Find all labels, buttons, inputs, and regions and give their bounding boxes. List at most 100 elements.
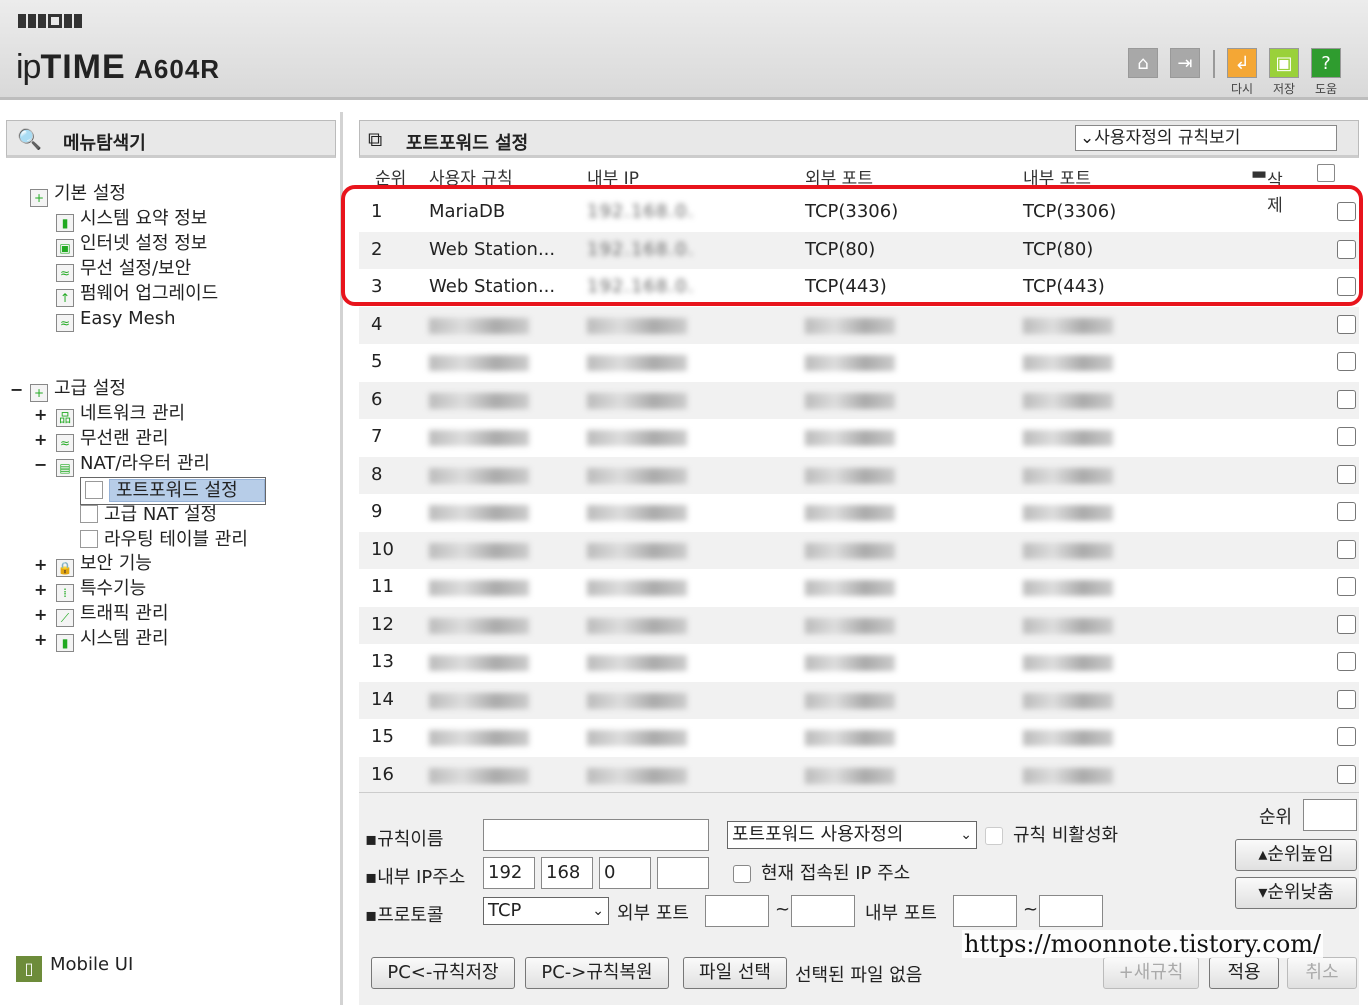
table-row[interactable]: 7 (359, 419, 1359, 456)
tree-advanced-nat[interactable]: 고급 NAT 설정 (80, 503, 217, 527)
delete-checkbox[interactable] (1337, 314, 1356, 334)
home-icon[interactable]: ⌂ (1128, 48, 1158, 78)
internal-ip-cell (587, 467, 687, 484)
disable-checkbox[interactable] (985, 827, 1003, 845)
apply-button[interactable]: 적용 (1209, 957, 1279, 989)
tree-security[interactable]: 🔒 보안 기능 (56, 552, 152, 577)
expand-icon[interactable]: + (34, 580, 47, 599)
page-icon (85, 481, 103, 499)
rank-down-button[interactable]: ▾순위낮춤 (1235, 877, 1357, 909)
ext-port-start[interactable] (705, 895, 769, 927)
external-port-cell (805, 580, 895, 596)
mobile-icon: ▯ (16, 956, 42, 982)
delete-checkbox[interactable] (1337, 689, 1356, 709)
table-row[interactable]: 16 (359, 756, 1359, 794)
ip-octet-4[interactable] (657, 857, 709, 889)
tree-firmware-upgrade[interactable]: ↑ 펌웨어 업그레이드 (56, 282, 218, 307)
collapse-icon[interactable]: − (10, 380, 23, 399)
restore-rules-from-pc-button[interactable]: PC->규칙복원 (525, 957, 669, 989)
tree-internet-info[interactable]: ▣ 인터넷 설정 정보 (56, 232, 207, 257)
delete-all-checkbox[interactable] (1317, 164, 1335, 182)
rule-name-cell (429, 505, 529, 521)
table-row[interactable]: 4 (359, 306, 1359, 344)
save-icon[interactable]: ▣ (1269, 48, 1299, 78)
protocol-select[interactable]: TCP ⌄ (483, 897, 609, 925)
tree-wireless-security[interactable]: ≈ 무선 설정/보안 (56, 257, 191, 282)
mobile-ui-link[interactable]: ▯ Mobile UI (16, 954, 133, 982)
tree-special[interactable]: ⁞ 특수기능 (56, 577, 146, 602)
tree-system-summary[interactable]: ▮ 시스템 요약 정보 (56, 207, 207, 232)
tree-system[interactable]: ▮ 시스템 관리 (56, 627, 169, 652)
internal-port-cell (1023, 730, 1113, 746)
restart-icon[interactable]: ↲ (1227, 48, 1257, 78)
tree-routing-table[interactable]: 라우팅 테이블 관리 (80, 528, 248, 552)
table-row[interactable]: 13 (359, 644, 1359, 681)
internal-ip-cell (587, 430, 687, 446)
save-rules-to-pc-button[interactable]: PC<-규칙저장 (371, 957, 515, 989)
external-port-cell (805, 542, 895, 559)
table-row[interactable]: 5 (359, 344, 1359, 381)
table-row[interactable]: 8 (359, 456, 1359, 494)
int-port-start[interactable] (953, 895, 1017, 927)
current-ip-checkbox[interactable] (733, 865, 751, 883)
file-select-button[interactable]: 파일 선택 (683, 957, 787, 989)
rule-type-select[interactable]: 포트포워드 사용자정의 ⌄ (727, 821, 977, 849)
delete-checkbox[interactable] (1337, 427, 1356, 446)
monitor-icon: ▣ (56, 239, 74, 257)
save-label: 저장 (1273, 82, 1296, 96)
tree-nat-router[interactable]: ▤ NAT/라우터 관리 (56, 452, 210, 477)
delete-checkbox[interactable] (1337, 502, 1356, 521)
delete-checkbox[interactable] (1337, 577, 1356, 596)
table-row[interactable]: 9 (359, 494, 1359, 531)
cancel-button[interactable]: 취소 (1287, 957, 1357, 989)
ip-octet-2[interactable]: 168 (541, 857, 593, 889)
new-rule-button[interactable]: +새규칙 (1103, 957, 1199, 989)
table-row[interactable]: 10 (359, 531, 1359, 569)
sidebar-header: 🔍 메뉴탐색기 (6, 120, 336, 158)
rank-up-button[interactable]: ▴순위높임 (1235, 839, 1357, 871)
expand-icon[interactable]: + (34, 405, 47, 424)
ip-octet-1[interactable]: 192 (483, 857, 535, 889)
rule-name-input[interactable] (483, 819, 709, 851)
delete-checkbox[interactable] (1337, 764, 1356, 784)
ip-octet-3[interactable]: 0 (599, 857, 651, 889)
tree-basic-settings[interactable]: + 기본 설정 (30, 182, 126, 207)
tree-network[interactable]: 品 네트워크 관리 (56, 402, 185, 427)
rule-name-cell (429, 692, 529, 709)
delete-checkbox[interactable] (1337, 727, 1356, 746)
expand-icon[interactable]: + (34, 605, 47, 624)
view-rules-select[interactable]: ⌄사용자정의 규칙보기 (1075, 125, 1337, 151)
protocol-label: ▪프로토콜 (365, 905, 444, 926)
table-row[interactable]: 15 (359, 719, 1359, 756)
tree-easy-mesh[interactable]: ≈ Easy Mesh (56, 307, 176, 332)
table-row[interactable]: 11 (359, 569, 1359, 606)
rank-input[interactable] (1303, 799, 1357, 831)
table-row[interactable]: 12 (359, 606, 1359, 644)
delete-checkbox[interactable] (1337, 652, 1356, 671)
int-port-end[interactable] (1039, 895, 1103, 927)
router-icon: ▤ (56, 459, 74, 477)
internal-port-cell (1023, 317, 1113, 334)
delete-checkbox[interactable] (1337, 614, 1356, 634)
table-row[interactable]: 14 (359, 681, 1359, 719)
tree-traffic[interactable]: ⟋ 트래픽 관리 (56, 602, 169, 627)
tree-port-forward[interactable]: 포트포워드 설정 (80, 477, 266, 505)
logout-icon[interactable]: ⇥ (1170, 48, 1200, 78)
expand-icon[interactable]: + (34, 630, 47, 649)
table-row[interactable]: 6 (359, 381, 1359, 419)
expand-icon[interactable]: + (34, 555, 47, 574)
page-title: 포트포워드 설정 (406, 133, 529, 154)
tree-wlan[interactable]: ≈ 무선랜 관리 (56, 427, 169, 452)
delete-checkbox[interactable] (1337, 539, 1356, 559)
ext-port-end[interactable] (791, 895, 855, 927)
delete-checkbox[interactable] (1337, 464, 1356, 484)
internal-port-cell (1023, 655, 1113, 671)
tree-advanced-settings[interactable]: + 고급 설정 (30, 377, 126, 402)
delete-checkbox[interactable] (1337, 389, 1356, 409)
delete-checkbox[interactable] (1337, 352, 1356, 371)
expand-icon[interactable]: + (34, 430, 47, 449)
collapse-icon[interactable]: − (34, 455, 47, 474)
rule-name-cell (429, 355, 529, 371)
help-icon[interactable]: ? (1311, 48, 1341, 78)
ext-port-label: 외부 포트 (617, 903, 689, 924)
